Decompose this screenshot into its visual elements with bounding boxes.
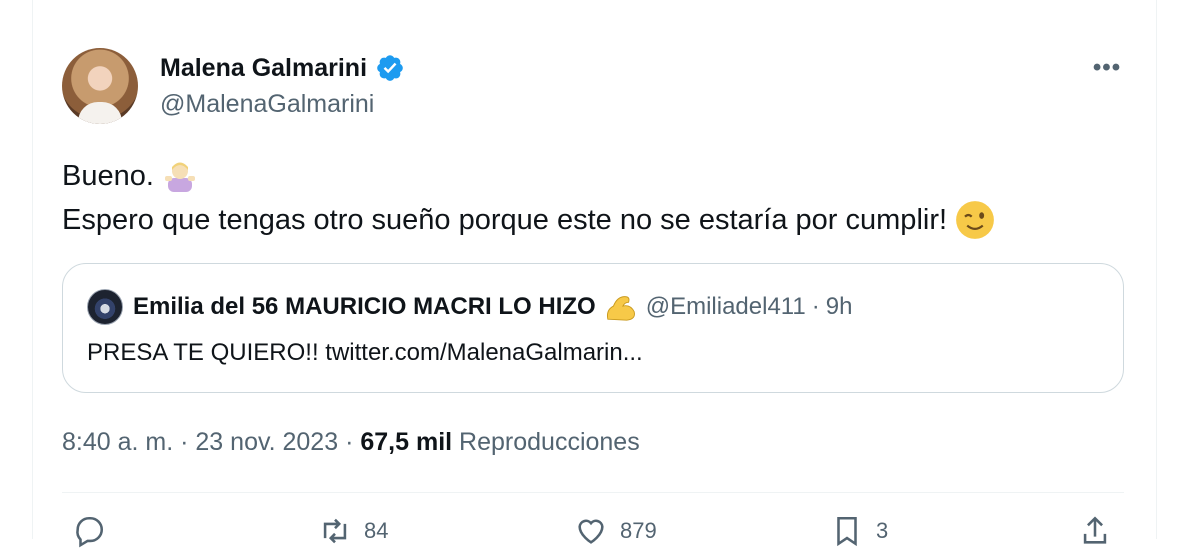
tweet-line-1: Bueno. [62,154,995,198]
views-count: 67,5 mil [360,428,453,456]
flexed-biceps-emoji-icon [604,291,638,323]
tweet-date[interactable]: 23 nov. 2023 [195,428,338,456]
tweet-meta: 8:40 a. m. · 23 nov. 2023 · 67,5 mil Rep… [62,428,640,457]
woman-shrugging-emoji-icon [162,158,198,194]
more-options-icon[interactable]: ••• [1090,54,1124,81]
divider [62,492,1124,493]
frame-left-border [32,0,33,539]
meta-separator: · [345,428,354,456]
author-handle[interactable]: @MalenaGalmarini [160,90,374,119]
bookmark-button[interactable]: 3 [830,514,888,548]
tweet-line-1-text: Bueno. [62,160,154,192]
bookmark-count: 3 [876,518,889,543]
author-display-name[interactable]: Malena Galmarini [160,54,367,83]
like-button[interactable]: 879 [574,514,657,548]
views-label: Reproducciones [459,428,640,456]
retweet-button[interactable]: 84 [318,514,388,548]
like-count: 879 [620,518,657,543]
tweet-line-2: Espero que tengas otro sueño porque este… [62,198,995,242]
tweet-time[interactable]: 8:40 a. m. [62,428,173,456]
tweet-line-2-text: Espero que tengas otro sueño porque este… [62,204,948,236]
quoted-timestamp[interactable]: 9h [826,293,853,321]
reply-button[interactable] [72,514,118,548]
heart-icon [578,519,604,544]
tweet-actions-bar: 84 879 3 [62,514,1124,554]
tweet-text: Bueno. Espero que tengas otro sueño porq… [62,154,995,242]
quoted-separator: · [811,293,820,320]
share-icon [1083,516,1107,544]
reply-icon [76,516,103,548]
author-avatar[interactable] [62,48,138,124]
winking-face-emoji-icon [955,200,995,240]
bookmark-icon [837,516,857,547]
quoted-author-handle[interactable]: @Emiliadel411 [646,293,806,321]
quoted-tweet-header: Emilia del 56 MAURICIO MACRI LO HIZO @Em… [87,289,852,325]
meta-separator: · [180,428,189,456]
quoted-author-name[interactable]: Emilia del 56 MAURICIO MACRI LO HIZO [133,293,596,321]
author-name-row: Malena Galmarini [160,53,405,83]
verified-badge-icon[interactable] [375,53,405,83]
frame-right-border [1156,0,1157,539]
quoted-tweet-card[interactable]: Emilia del 56 MAURICIO MACRI LO HIZO @Em… [62,263,1124,393]
retweet-count: 84 [364,518,389,543]
quoted-author-avatar[interactable] [87,289,123,325]
retweet-icon [323,518,347,544]
share-button[interactable] [1078,514,1112,548]
quoted-tweet-text: PRESA TE QUIERO!! twitter.com/MalenaGalm… [87,339,643,366]
